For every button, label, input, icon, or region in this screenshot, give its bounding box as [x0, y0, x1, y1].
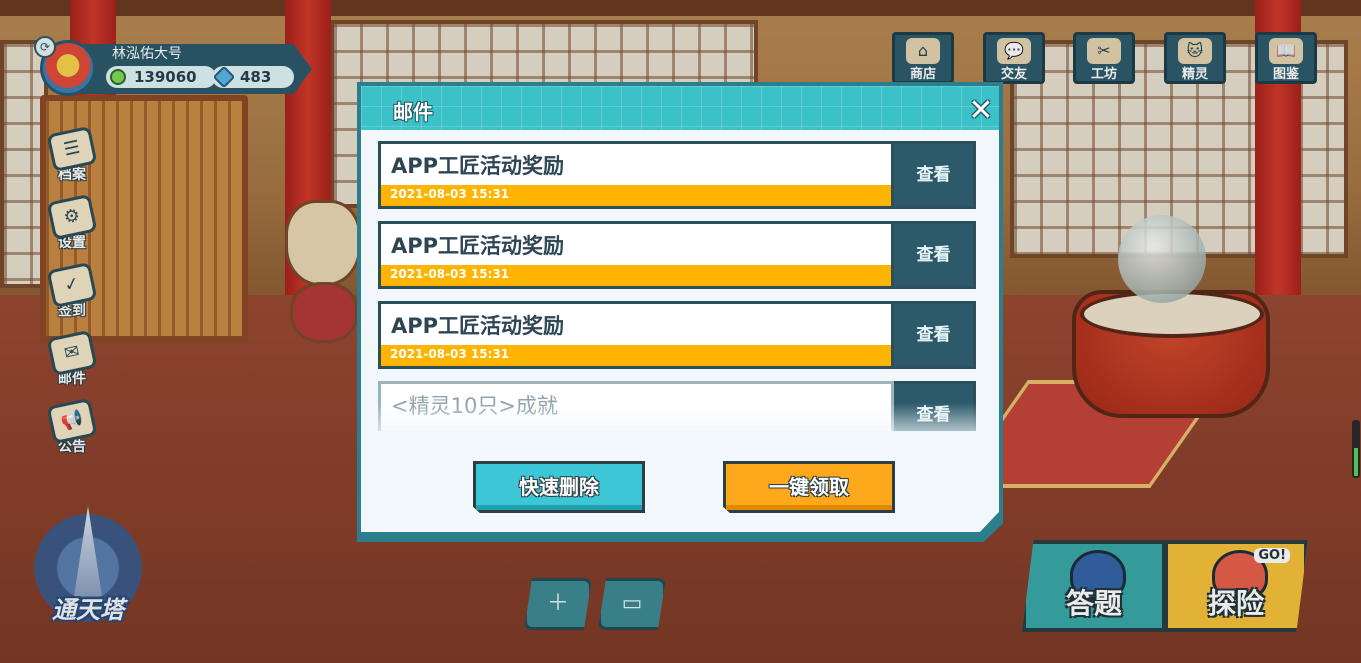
close-icon[interactable]: ✕ — [963, 94, 999, 130]
mail-dialog-title: 邮件 — [393, 100, 433, 124]
mail-title: APP工匠活动奖励 — [391, 234, 565, 258]
mail-item[interactable]: APP工匠活动奖励 2021-08-03 15:31 查看 — [378, 141, 980, 209]
mail-date-bar: 2021-08-03 15:31 — [381, 265, 891, 286]
list-fade-mask — [378, 403, 980, 431]
view-mail-button[interactable]: 查看 — [894, 141, 976, 209]
mail-title: APP工匠活动奖励 — [391, 314, 565, 338]
mail-date: 2021-08-03 15:31 — [390, 347, 510, 361]
mail-date: 2021-08-03 15:31 — [390, 187, 510, 201]
view-mail-button[interactable]: 查看 — [894, 221, 976, 289]
mail-card[interactable]: APP工匠活动奖励 2021-08-03 15:31 — [378, 301, 894, 369]
view-mail-button[interactable]: 查看 — [894, 301, 976, 369]
mail-card[interactable]: APP工匠活动奖励 2021-08-03 15:31 — [378, 221, 894, 289]
mail-date: 2021-08-03 15:31 — [390, 267, 510, 281]
mail-item[interactable]: APP工匠活动奖励 2021-08-03 15:31 查看 — [378, 221, 980, 289]
mail-card[interactable]: APP工匠活动奖励 2021-08-03 15:31 — [378, 141, 894, 209]
mail-title: APP工匠活动奖励 — [391, 154, 565, 178]
quick-delete-button[interactable]: 快速删除 — [473, 461, 645, 513]
mail-dialog-header: 邮件 ✕ — [361, 86, 999, 130]
mail-date-bar: 2021-08-03 15:31 — [381, 185, 891, 206]
mail-dialog-body: APP工匠活动奖励 2021-08-03 15:31 查看 APP工匠活动奖励 … — [361, 130, 999, 532]
mail-dialog: 邮件 ✕ APP工匠活动奖励 2021-08-03 15:31 查看 APP工匠… — [357, 82, 1003, 542]
mail-item[interactable]: APP工匠活动奖励 2021-08-03 15:31 查看 — [378, 301, 980, 369]
collect-all-button[interactable]: 一键领取 — [723, 461, 895, 513]
mail-date-bar: 2021-08-03 15:31 — [381, 345, 891, 366]
mail-list[interactable]: APP工匠活动奖励 2021-08-03 15:31 查看 APP工匠活动奖励 … — [378, 141, 980, 431]
